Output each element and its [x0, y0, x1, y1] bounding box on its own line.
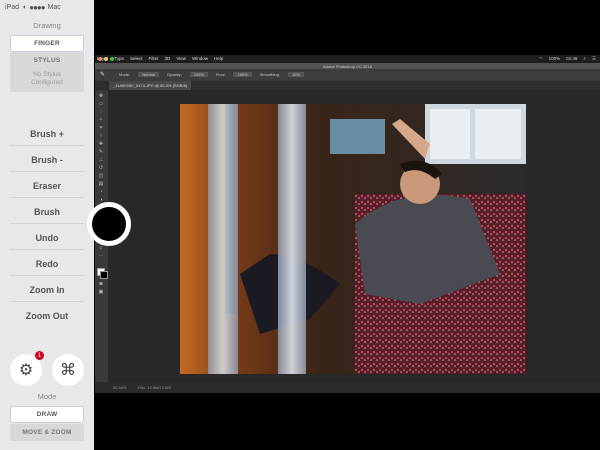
stamp-tool-icon[interactable]: ⊥ [98, 158, 104, 163]
flow-label: Flow: [215, 72, 226, 77]
divider [10, 249, 84, 250]
ipad-status-bar: iPad ◖ ●●●● Mac [5, 3, 61, 12]
canvas-photo[interactable] [180, 104, 526, 374]
magic-wand-tool-icon[interactable]: ✧ [98, 118, 104, 123]
gear-icon: ⚙ [18, 362, 34, 379]
mode-select[interactable]: Normal [138, 72, 160, 77]
mac-menu-bar: Layer Type Select Filter 3D View Window … [95, 55, 600, 63]
menu-filter[interactable]: Filter [149, 56, 159, 61]
move-tool-icon[interactable]: ✥ [98, 94, 104, 99]
device-name: iPad [5, 4, 20, 11]
document-tab[interactable]: _11A5095C_0474.JPG @ 50.3% (RGB/8) [109, 81, 191, 90]
zoom-out-button[interactable]: Zoom Out [0, 311, 94, 321]
zoom-in-button[interactable]: Zoom In [0, 285, 94, 295]
divider [10, 223, 84, 224]
lasso-tool-icon[interactable]: ◌ [98, 110, 104, 115]
crop-tool-icon[interactable]: ⌗ [98, 126, 104, 131]
move-zoom-mode-button[interactable]: MOVE & ZOOM [10, 424, 84, 441]
wifi-icon: ◠ [538, 56, 543, 61]
draw-mode-button[interactable]: DRAW [10, 406, 84, 423]
more-tools-icon[interactable]: ⋯ [98, 254, 104, 259]
eyedropper-tool-icon[interactable]: ⌇ [98, 134, 104, 139]
stylus-button[interactable]: STYLUS [10, 57, 84, 64]
command-key-icon: ⌘ [60, 362, 76, 379]
menu-help[interactable]: Help [214, 56, 223, 61]
no-stylus-line2: Configured [31, 79, 63, 86]
battery-level: 100% [548, 56, 561, 61]
finger-button[interactable]: FINGER [10, 35, 84, 52]
divider [10, 145, 84, 146]
document-info: Doc: 12.6M/12.6M [138, 385, 171, 390]
document-status-bar: 50.44% Doc: 12.6M/12.6M [95, 382, 600, 393]
photo-illustration [180, 104, 526, 374]
brush-plus-button[interactable]: Brush + [0, 129, 94, 139]
network-name: Mac [47, 4, 61, 11]
blur-tool-icon[interactable]: ◔ [98, 190, 104, 195]
smoothing-label: Smoothing: [259, 72, 280, 77]
options-bar: ✎ Mode: Normal Opacity: 100% Flow: 100% … [95, 69, 600, 81]
undo-button[interactable]: Undo [0, 233, 94, 243]
brush-minus-button[interactable]: Brush - [0, 155, 94, 165]
search-icon[interactable]: ⌕ [583, 56, 586, 62]
screen-mode-icon[interactable]: ▣ [98, 290, 104, 295]
divider [10, 275, 84, 276]
mode-label: Mode: [119, 72, 131, 77]
menu-type[interactable]: Type [114, 56, 124, 61]
menu-window[interactable]: Window [192, 56, 208, 61]
control-panel: iPad ◖ ●●●● Mac Drawing FINGER STYLUS No… [0, 0, 94, 450]
no-stylus-line1: No Stylus [33, 71, 61, 78]
signal-dots-icon: ●●●● [29, 3, 45, 12]
menu-select[interactable]: Select [130, 56, 143, 61]
menu-extras: ◠ 100% 02:48 ⌕ ☰ [539, 56, 596, 62]
mode-section-label: Mode [37, 392, 57, 401]
document-tab-bar: _11A5095C_0474.JPG @ 50.3% (RGB/8) [95, 81, 600, 90]
background-color-swatch[interactable] [100, 271, 108, 279]
drawing-section-label: Drawing [33, 21, 61, 30]
zoom-level[interactable]: 50.44% [113, 385, 127, 390]
touch-cursor-ring [87, 202, 131, 246]
opacity-label: Opacity: [167, 72, 182, 77]
notification-badge: 1 [35, 351, 44, 360]
stylus-box: STYLUS No Stylus Configured [10, 52, 84, 92]
menu-list-icon[interactable]: ☰ [592, 56, 596, 62]
menu-3d[interactable]: 3D [165, 56, 171, 61]
document-tab-label: _11A5095C_0474.JPG @ 50.3% (RGB/8) [113, 83, 188, 88]
history-brush-icon[interactable]: ↺ [98, 166, 104, 171]
eraser-tool-icon[interactable]: ◫ [98, 174, 104, 179]
gradient-tool-icon[interactable]: ▤ [98, 182, 104, 187]
opacity-field[interactable]: 100% [189, 72, 208, 77]
divider [10, 197, 84, 198]
divider [10, 301, 84, 302]
menu-bar: Layer Type Select Filter 3D View Window … [95, 55, 600, 63]
flow-field[interactable]: 100% [233, 72, 252, 77]
healing-tool-icon[interactable]: ✚ [98, 142, 104, 147]
brush-button[interactable]: Brush [0, 207, 94, 217]
quick-mask-icon[interactable]: ◙ [98, 282, 104, 287]
brush-tool-icon[interactable]: ✎ [98, 150, 104, 155]
no-stylus-message: No Stylus Configured [10, 71, 84, 87]
menu-view[interactable]: View [176, 56, 186, 61]
zoom-tool-icon[interactable]: ⌕ [98, 246, 104, 251]
eraser-button[interactable]: Eraser [0, 181, 94, 191]
brush-tool-icon[interactable]: ✎ [100, 71, 105, 78]
command-key-button[interactable]: ⌘ [52, 354, 84, 386]
redo-button[interactable]: Redo [0, 259, 94, 269]
menu-layer[interactable]: Layer [97, 56, 108, 61]
clock: 02:48 [566, 56, 578, 61]
marquee-tool-icon[interactable]: ▭ [98, 102, 104, 107]
smoothing-field[interactable]: 10% [287, 72, 304, 77]
divider [10, 171, 84, 172]
settings-button[interactable]: ⚙ 1 [10, 351, 44, 386]
wifi-icon: ◖ [22, 4, 27, 11]
